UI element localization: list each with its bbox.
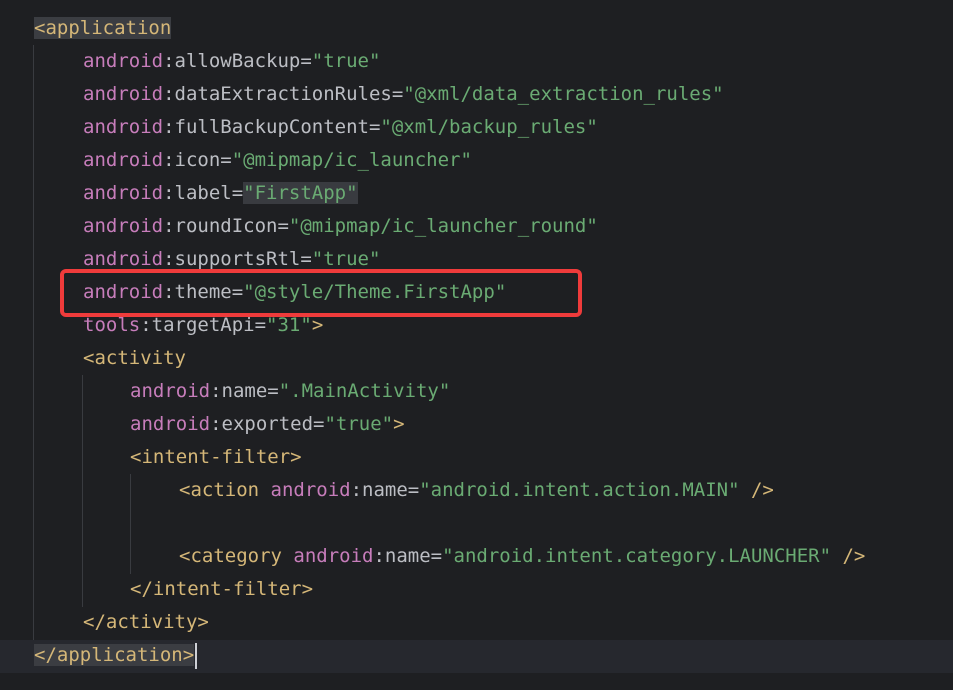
code-token: android (83, 182, 164, 204)
code-token: > (311, 314, 324, 336)
theme-attribute-highlight-box (60, 269, 582, 317)
code-line[interactable]: </application> (34, 639, 198, 672)
code-token: "true" (311, 50, 381, 72)
code-line[interactable]: android:name=".MainActivity" (130, 375, 450, 408)
code-token: :name= (210, 380, 279, 402)
code-token: "FirstApp" (243, 182, 358, 204)
code-token: :name= (373, 545, 443, 567)
code-token: :exported= (210, 413, 325, 435)
code-line[interactable]: <action android:name="android.intent.act… (179, 474, 774, 507)
code-token: android (130, 380, 211, 402)
code-token: android (83, 215, 164, 237)
code-token: :roundIcon= (163, 215, 289, 237)
code-line[interactable]: <application (34, 12, 172, 45)
code-token: "true" (311, 248, 381, 270)
code-line[interactable]: android:label="FirstApp" (83, 177, 358, 210)
code-token: <application (34, 17, 172, 39)
code-token: /> (739, 479, 774, 501)
code-token: "@xml/data_extraction_rules" (403, 83, 724, 105)
code-token: "android.intent.category.LAUNCHER" (442, 545, 832, 567)
code-line[interactable]: <intent-filter> (130, 441, 302, 474)
code-token: android (130, 413, 211, 435)
code-token: tools (83, 314, 141, 336)
code-token: "android.intent.action.MAIN" (419, 479, 740, 501)
code-line[interactable]: <category android:name="android.intent.c… (179, 540, 865, 573)
code-line[interactable]: android:dataExtractionRules="@xml/data_e… (83, 78, 724, 111)
code-token: android (83, 83, 164, 105)
code-token: <category (179, 545, 294, 567)
code-token: </application> (34, 644, 195, 666)
code-token: <action (179, 479, 271, 501)
code-token: "true" (324, 413, 394, 435)
code-token: android (83, 116, 164, 138)
code-token: android (270, 479, 351, 501)
code-token: "@mipmap/ic_launcher" (231, 149, 472, 171)
code-token: :dataExtractionRules= (163, 83, 404, 105)
code-token: android (293, 545, 374, 567)
code-line[interactable]: android:allowBackup="true" (83, 45, 380, 78)
code-line[interactable]: android:icon="@mipmap/ic_launcher" (83, 144, 472, 177)
code-token: </activity> (83, 611, 209, 633)
code-token: </intent-filter> (130, 578, 314, 600)
code-token: "@mipmap/ic_launcher_round" (288, 215, 598, 237)
code-token: :supportsRtl= (163, 248, 312, 270)
code-line[interactable]: android:roundIcon="@mipmap/ic_launcher_r… (83, 210, 598, 243)
code-token: ".MainActivity" (278, 380, 451, 402)
code-token: :name= (350, 479, 420, 501)
code-token: "31" (266, 314, 312, 336)
code-editor[interactable]: <application android:allowBackup="true" an… (0, 0, 953, 690)
code-token: :targetApi= (140, 314, 267, 336)
indent-guide (82, 375, 83, 607)
code-token: <activity (83, 347, 186, 369)
indent-guide (130, 474, 131, 574)
code-line[interactable]: </activity> (83, 606, 209, 639)
code-token: :fullBackupContent= (163, 116, 381, 138)
code-line[interactable]: android:fullBackupContent="@xml/backup_r… (83, 111, 598, 144)
code-token: /> (831, 545, 866, 567)
code-token: android (83, 50, 164, 72)
code-token: :icon= (163, 149, 232, 171)
code-token: :label= (163, 182, 244, 204)
code-line[interactable]: </intent-filter> (130, 573, 313, 606)
indent-guide (33, 45, 34, 640)
code-token: > (393, 413, 405, 435)
code-line[interactable]: android:exported="true"> (130, 408, 405, 441)
code-token: <intent-filter> (130, 446, 302, 468)
code-token: "@xml/backup_rules" (380, 116, 598, 138)
code-token: android (83, 248, 164, 270)
text-caret (195, 642, 198, 669)
code-token: :allowBackup= (163, 50, 312, 72)
code-line[interactable]: <activity (83, 342, 186, 375)
code-token: android (83, 149, 164, 171)
